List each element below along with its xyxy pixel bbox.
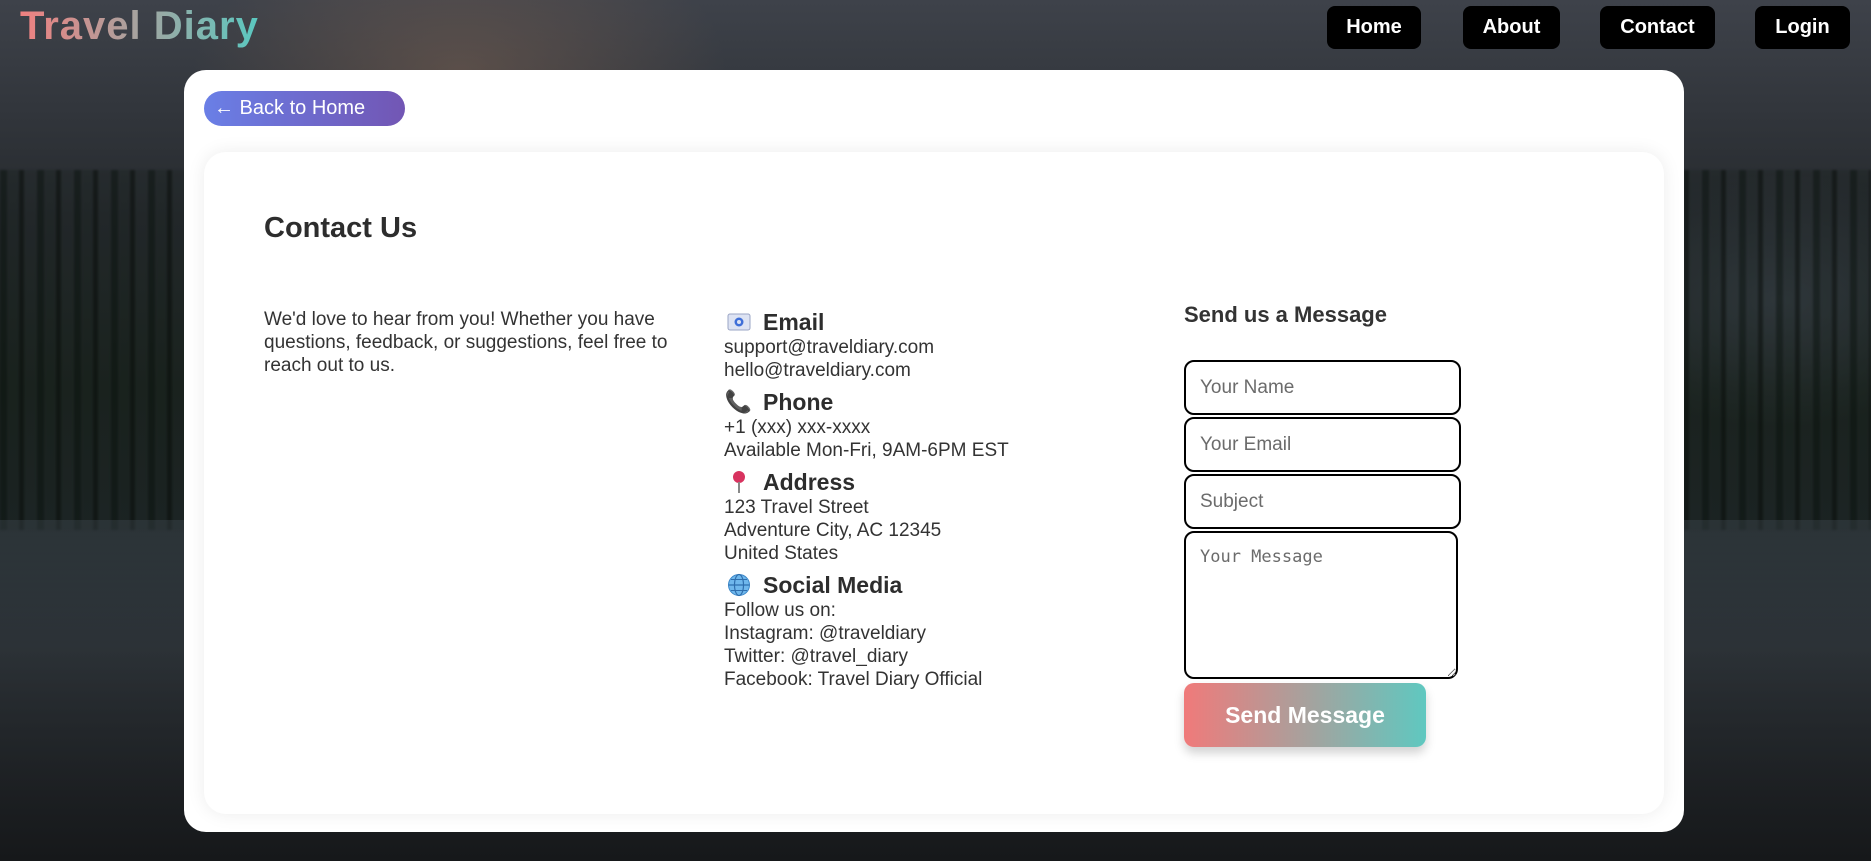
email-icon	[724, 313, 753, 331]
contact-section: Contact Us We'd love to hear from you! W…	[204, 152, 1664, 814]
phone-line-1: +1 (xxx) xxx-xxxx	[724, 417, 871, 438]
name-input[interactable]	[1184, 360, 1461, 415]
pin-icon	[724, 470, 753, 494]
nav-contact-button[interactable]: Contact	[1600, 6, 1715, 49]
email-input[interactable]	[1184, 417, 1461, 472]
phone-icon: 📞	[724, 389, 753, 414]
form-title: Send us a Message	[1184, 302, 1387, 327]
social-line-twitter: Twitter: @travel_diary	[724, 646, 909, 667]
phone-line-2: Available Mon-Fri, 9AM-6PM EST	[724, 440, 1009, 461]
address-block: Address 123 Travel Street Adventure City…	[724, 468, 1124, 565]
phone-block: 📞 Phone +1 (xxx) xxx-xxxx Available Mon-…	[724, 388, 1124, 462]
address-heading: Address	[763, 468, 856, 495]
email-line-2: hello@traveldiary.com	[724, 360, 911, 381]
email-line-1: support@traveldiary.com	[724, 337, 935, 358]
social-line-1: Follow us on:	[724, 600, 836, 621]
brand-logo[interactable]: Travel Diary	[20, 4, 259, 49]
globe-icon	[724, 573, 753, 597]
address-line-3: United States	[724, 543, 839, 564]
address-line-1: 123 Travel Street	[724, 497, 869, 518]
content-card: ← Back to Home Contact Us We'd love to h…	[184, 70, 1684, 832]
contact-form: Send us a Message Send Message	[1184, 302, 1474, 747]
page-title: Contact Us	[264, 212, 418, 244]
nav-home-button[interactable]: Home	[1327, 6, 1421, 49]
social-block: Social Media Follow us on: Instagram: @t…	[724, 571, 1124, 691]
nav-about-button[interactable]: About	[1463, 6, 1560, 49]
email-heading: Email	[763, 308, 825, 335]
email-block: Email support@traveldiary.com hello@trav…	[724, 308, 1124, 382]
contact-intro: We'd love to hear from you! Whether you …	[264, 309, 668, 376]
social-line-instagram: Instagram: @traveldiary	[724, 623, 926, 644]
social-line-facebook: Facebook: Travel Diary Official	[724, 669, 983, 690]
nav-login-button[interactable]: Login	[1755, 6, 1850, 49]
message-textarea[interactable]	[1184, 531, 1458, 679]
contact-info: Email support@traveldiary.com hello@trav…	[724, 308, 1124, 697]
back-to-home-button[interactable]: ← Back to Home	[204, 91, 405, 126]
address-line-2: Adventure City, AC 12345	[724, 520, 942, 541]
social-heading: Social Media	[763, 571, 903, 598]
top-navigation: Travel Diary Home About Contact Login	[0, 0, 1871, 56]
phone-heading: Phone	[763, 388, 834, 415]
subject-input[interactable]	[1184, 474, 1461, 529]
send-message-button[interactable]: Send Message	[1184, 683, 1426, 747]
